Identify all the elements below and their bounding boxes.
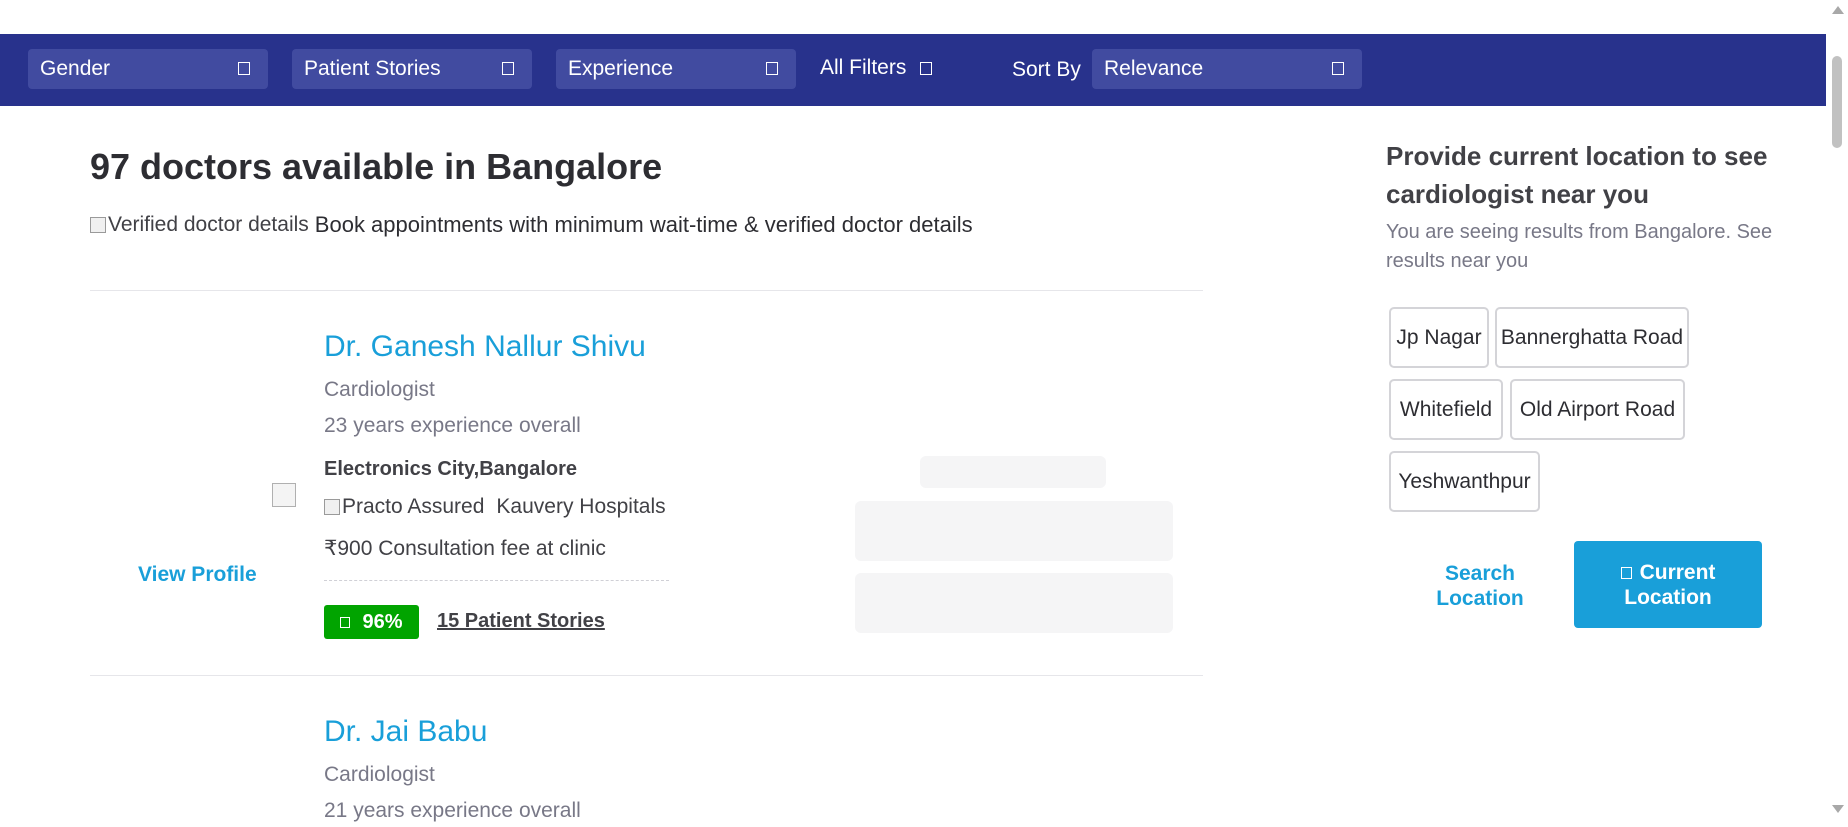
- doctor-experience: 23 years experience overall: [324, 414, 581, 437]
- chevron-down-icon: [920, 61, 933, 75]
- doctor-location: Electronics City,Bangalore: [324, 458, 578, 480]
- current-location-button[interactable]: Current Location: [1574, 541, 1762, 628]
- current-location-label: Current Location: [1624, 560, 1716, 609]
- doctor-photo[interactable]: [272, 483, 296, 507]
- all-filters-button[interactable]: All Filters: [820, 56, 933, 80]
- view-profile-link[interactable]: View Profile: [138, 563, 257, 587]
- verified-banner: Verified doctor details Book appointment…: [90, 212, 973, 238]
- filter-bar: Gender Patient Stories Experience All Fi…: [0, 34, 1826, 106]
- consultation-fee: ₹900 Consultation fee at clinic: [324, 537, 606, 560]
- clinic-name: Kauvery Hospitals: [496, 495, 666, 518]
- patient-stories-filter-dropdown[interactable]: Patient Stories: [292, 49, 532, 89]
- vertical-scrollbar[interactable]: [1826, 0, 1848, 827]
- verified-banner-text: Book appointments with minimum wait-time…: [314, 212, 973, 237]
- patient-stories-link[interactable]: 15 Patient Stories: [437, 610, 605, 633]
- loading-placeholder: [855, 501, 1173, 561]
- chevron-down-icon: [1332, 62, 1344, 75]
- locality-chip[interactable]: Jp Nagar: [1389, 307, 1489, 368]
- divider: [90, 290, 1203, 291]
- experience-filter-dropdown[interactable]: Experience: [556, 49, 796, 89]
- results-heading: 97 doctors available in Bangalore: [90, 146, 663, 187]
- thumbs-up-icon: [340, 616, 351, 628]
- gender-filter-label: Gender: [40, 57, 111, 80]
- doctor-specialty: Cardiologist: [324, 378, 435, 401]
- sort-by-dropdown[interactable]: Relevance: [1092, 49, 1362, 89]
- divider: [90, 675, 1203, 676]
- practo-assured-image: Practo Assured: [324, 495, 484, 519]
- broken-image-icon: [90, 217, 106, 233]
- chevron-down-icon: [766, 62, 778, 75]
- sidebar-subtitle: You are seeing results from Bangalore. S…: [1386, 221, 1773, 272]
- sort-by-label: Sort By: [1012, 58, 1081, 81]
- chevron-down-icon: [502, 62, 514, 75]
- all-filters-label: All Filters: [820, 56, 907, 79]
- verified-image-alt: Verified doctor details: [108, 213, 309, 236]
- doctor-experience: 21 years experience overall: [324, 799, 581, 822]
- doctor-specialty: Cardiologist: [324, 763, 435, 786]
- location-pin-icon: [1620, 566, 1632, 579]
- rating-value: 96%: [362, 610, 403, 633]
- doctor-name-link[interactable]: Dr. Jai Babu: [324, 715, 487, 749]
- doctor-name-link[interactable]: Dr. Ganesh Nallur Shivu: [324, 330, 646, 364]
- locality-chip[interactable]: Old Airport Road: [1510, 379, 1685, 440]
- sort-by-value: Relevance: [1104, 57, 1204, 80]
- locality-chip[interactable]: Bannerghatta Road: [1495, 307, 1689, 368]
- loading-placeholder: [855, 573, 1173, 633]
- patient-stories-filter-label: Patient Stories: [304, 57, 441, 80]
- scroll-down-arrow-icon[interactable]: [1832, 805, 1844, 813]
- broken-image-icon: [324, 499, 340, 515]
- loading-placeholder: [920, 456, 1106, 488]
- search-location-link[interactable]: Search Location: [1400, 561, 1560, 611]
- scrollbar-thumb[interactable]: [1832, 56, 1842, 148]
- assured-row: Practo Assured Kauvery Hospitals: [324, 495, 666, 519]
- dotted-divider: [324, 580, 669, 581]
- sidebar-title: Provide current location to see cardiolo…: [1386, 141, 1768, 209]
- locality-chip[interactable]: Whitefield: [1389, 379, 1503, 440]
- rating-badge: 96%: [324, 605, 419, 639]
- practo-assured-alt: Practo Assured: [342, 495, 485, 518]
- verified-doctor-image: Verified doctor details: [90, 213, 309, 237]
- scroll-up-arrow-icon[interactable]: [1832, 6, 1844, 14]
- gender-filter-dropdown[interactable]: Gender: [28, 49, 268, 89]
- locality-chip[interactable]: Yeshwanthpur: [1389, 451, 1540, 512]
- chevron-down-icon: [238, 62, 250, 75]
- experience-filter-label: Experience: [568, 57, 674, 80]
